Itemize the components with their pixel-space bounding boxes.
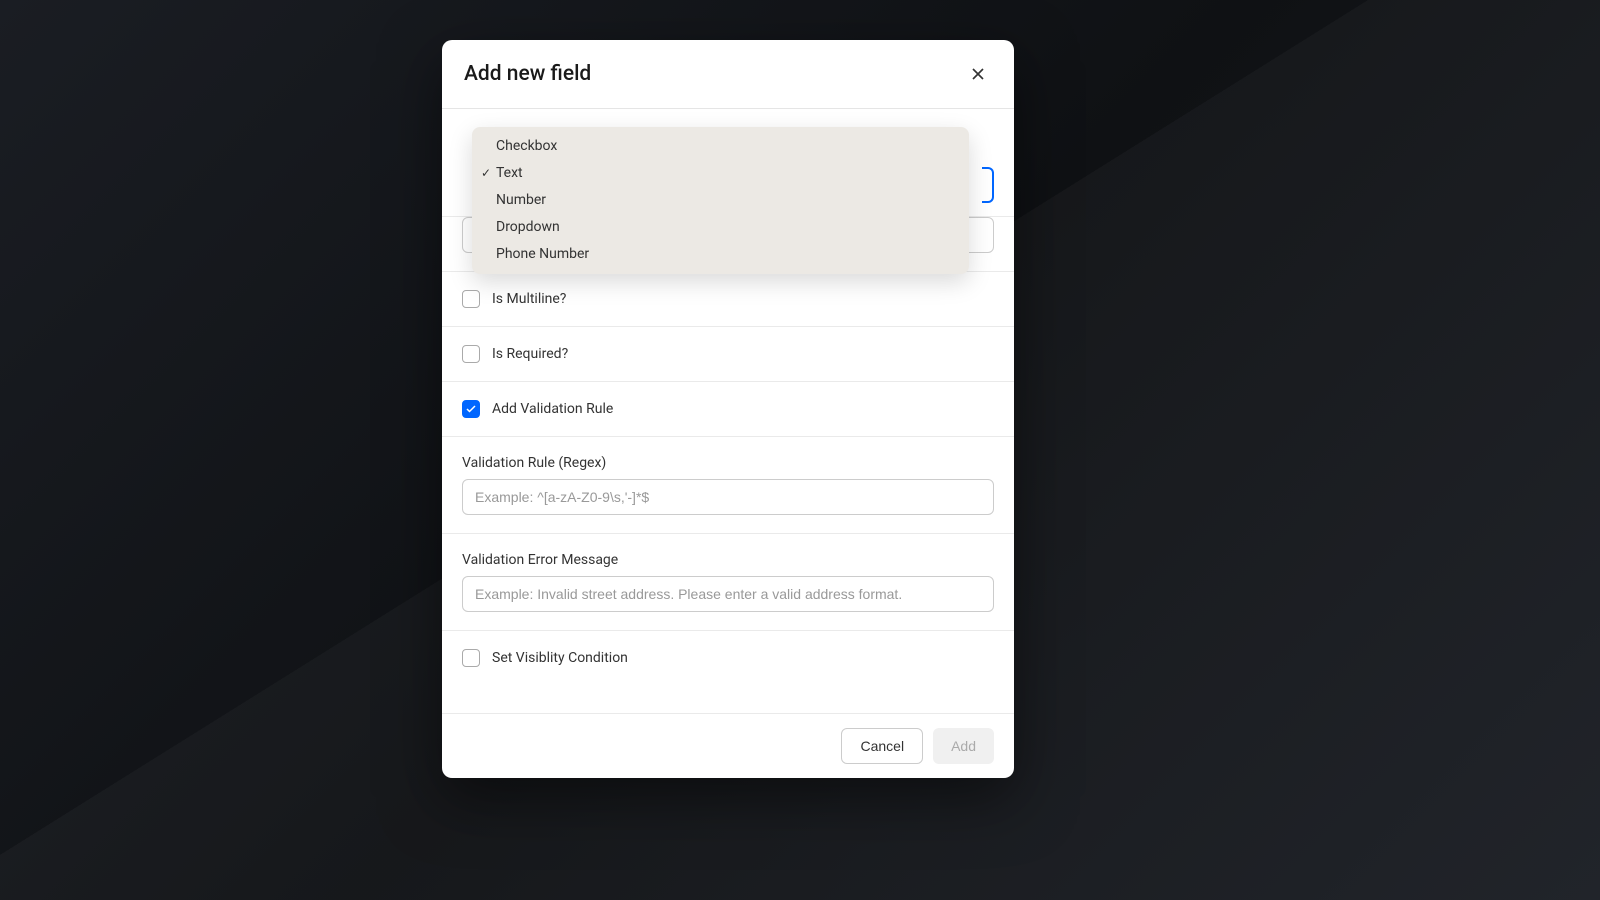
modal-body: Is Multiline? Is Required? Add Validatio… <box>442 109 1014 713</box>
modal-footer: Cancel Add <box>442 713 1014 778</box>
modal-title: Add new field <box>464 62 591 86</box>
visibility-condition-section: Set Visiblity Condition <box>442 631 1014 673</box>
validation-error-section: Validation Error Message <box>442 534 1014 631</box>
validation-rule-input[interactable] <box>462 479 994 515</box>
is-multiline-checkbox[interactable] <box>462 290 480 308</box>
is-required-label: Is Required? <box>492 346 568 362</box>
add-button[interactable]: Add <box>933 728 994 764</box>
validation-rule-label: Validation Rule (Regex) <box>462 455 994 471</box>
visibility-condition-checkbox[interactable] <box>462 649 480 667</box>
is-multiline-label: Is Multiline? <box>492 291 566 307</box>
is-required-checkbox[interactable] <box>462 345 480 363</box>
add-validation-section: Add Validation Rule <box>442 382 1014 437</box>
dropdown-option-dropdown[interactable]: Dropdown <box>472 214 969 241</box>
is-required-section: Is Required? <box>442 327 1014 382</box>
dropdown-option-checkbox[interactable]: Checkbox <box>472 133 969 160</box>
visibility-condition-label: Set Visiblity Condition <box>492 650 628 666</box>
field-type-select-edge[interactable] <box>982 167 994 203</box>
dropdown-option-number[interactable]: Number <box>472 187 969 214</box>
close-icon <box>968 64 988 84</box>
dropdown-option-text[interactable]: ✓ Text <box>472 160 969 187</box>
add-validation-checkbox[interactable] <box>462 400 480 418</box>
close-button[interactable] <box>964 60 992 88</box>
modal-header: Add new field <box>442 40 1014 109</box>
validation-rule-section: Validation Rule (Regex) <box>442 437 1014 534</box>
dropdown-option-phone[interactable]: Phone Number <box>472 241 969 268</box>
validation-error-input[interactable] <box>462 576 994 612</box>
field-type-dropdown[interactable]: Checkbox ✓ Text Number Dropdown Phone Nu… <box>472 127 969 274</box>
check-icon <box>465 403 477 415</box>
add-field-modal: Add new field Is Multiline? Is Req <box>442 40 1014 778</box>
validation-error-label: Validation Error Message <box>462 552 994 568</box>
is-multiline-section: Is Multiline? <box>442 272 1014 327</box>
add-validation-label: Add Validation Rule <box>492 401 613 417</box>
cancel-button[interactable]: Cancel <box>841 728 923 764</box>
check-icon: ✓ <box>481 164 491 182</box>
